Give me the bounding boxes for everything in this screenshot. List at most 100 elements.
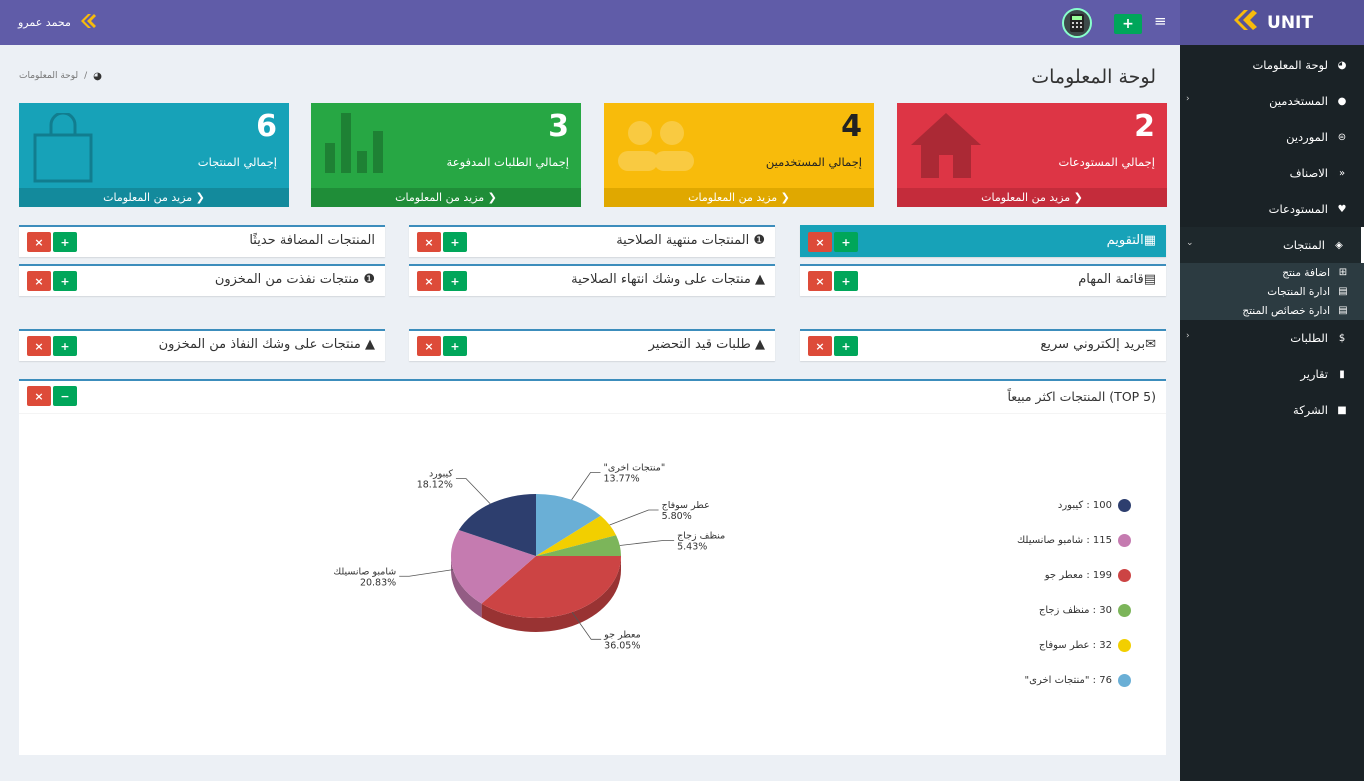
exclamation-circle-icon: ❶ [749,233,765,248]
close-button[interactable]: × [808,232,832,252]
tile-more-info-link[interactable]: مزيد من المعلومات ❯ [604,188,874,207]
legend-dot [1117,674,1131,687]
sidebar-item-suppliers[interactable]: ⊜ الموردين [1180,119,1364,155]
brand-name: UNIT [1267,12,1313,33]
sidebar-item-warehouses[interactable]: ♥ المستودعات [1180,191,1364,227]
legend-item[interactable]: 76 : "منتجات اخرى" [1017,663,1131,698]
top-navbar: محمد عمرو + ≡ [0,0,1180,45]
pie-chart: "منتجات اخرى"13.77% عطر سوفاج5.80% منظف زج… [333,462,725,651]
pie-percent-label: 36.05% [604,640,640,651]
exclamation-circle-icon: ❶ [359,272,375,287]
legend-item[interactable]: 100 : كيبورد [1017,488,1131,523]
tile-number: 6 [256,109,277,144]
breadcrumb: ◕ / لوحة المعلومات [19,71,102,82]
users-icon: ● [1337,95,1347,107]
tile-more-info-link[interactable]: مزيد من المعلومات ❯ [897,188,1167,207]
top-products-chart-box: المنتجات اكثر مبيعاً (TOP 5) × − "منتجات … [19,379,1166,755]
sidebar-item-users[interactable]: ● المستخدمين ‹ [1180,83,1364,119]
close-button[interactable]: × [808,271,832,291]
expand-button[interactable]: + [53,336,77,356]
bar-chart-icon [325,113,383,173]
legend-item[interactable]: 32 : عطر سوفاج [1017,628,1131,663]
tile-number: 4 [841,109,862,144]
bar-chart-icon: ▮ [1339,368,1345,380]
tile-products: 6 إجمالي المنتجات مزيد من المعلومات ❯ [19,103,289,207]
pie-label-line [399,569,454,577]
orders-in-prep-box: ▲ طلبات قيد التحضير × + [409,329,775,361]
users-icon [618,121,694,171]
sidebar-item-company[interactable]: ■ الشركة [1180,392,1364,428]
plus-square-icon: ⊞ [1338,267,1348,278]
sidebar-item-dashboard[interactable]: ◕ لوحة المعلومات [1180,47,1364,83]
tile-more-info-link[interactable]: مزيد من المعلومات ❯ [311,188,581,207]
legend-dot [1117,534,1131,547]
handshake-icon: ⊜ [1337,131,1347,143]
brand[interactable]: UNIT [1180,0,1364,45]
tile-label: إجمالي المستخدمين [765,155,862,169]
sidebar-item-orders[interactable]: $ الطلبات ‹ [1180,320,1364,356]
user-menu[interactable]: محمد عمرو [18,13,97,32]
calculator-icon[interactable] [1062,8,1092,38]
close-button[interactable]: × [417,336,441,356]
pie-label: منظف زجاج [677,530,725,541]
sidebar-item-products[interactable]: ◈ المنتجات ⌄ [1180,227,1364,263]
add-button[interactable]: + [1114,14,1142,34]
expand-button[interactable]: + [53,232,77,252]
legend-dot [1117,569,1131,582]
close-button[interactable]: × [27,232,51,252]
quick-email-box: ✉بريد إلكتروني سريع × + [800,329,1166,361]
close-button[interactable]: × [27,386,51,406]
legend-item[interactable]: 115 : شامبو صانسيلك [1017,523,1131,558]
collapse-button[interactable]: − [53,386,77,406]
dashboard-icon[interactable]: ◕ [93,71,102,82]
sidebar-subitem-manage-products[interactable]: ▤ ادارة المنتجات [1180,282,1364,301]
close-button[interactable]: × [27,271,51,291]
pie-label: شامبو صانسيلك [333,566,396,577]
sidebar-subitem-add-product[interactable]: ⊞ اضافة منتج [1180,263,1364,282]
legend-dot [1117,639,1131,652]
expand-button[interactable]: + [53,271,77,291]
legend-item[interactable]: 199 : معطر جو [1017,558,1131,593]
envelope-icon: ✉ [1145,337,1156,352]
tile-label: إجمالي الطلبات المدفوعة [446,155,569,169]
expand-button[interactable]: + [443,271,467,291]
chevron-icon: ‹ [1186,94,1190,104]
warning-icon: ▲ [750,337,765,352]
close-button[interactable]: × [27,336,51,356]
pie-label-line [455,478,491,505]
tile-paid-orders: 3 إجمالي الطلبات المدفوعة مزيد من المعلو… [311,103,581,207]
pie-label: كيبورد [429,469,453,480]
pie-percent-label: 5.80% [662,511,692,522]
close-button[interactable]: × [417,271,441,291]
sidebar-item-reports[interactable]: ▮ تقارير [1180,356,1364,392]
code-icon: « [1338,167,1346,179]
briefcase-icon: ■ [1337,404,1347,416]
tile-number: 3 [548,109,569,144]
shopping-bag-icon [33,113,93,183]
logo-icon [79,13,97,32]
user-name: محمد عمرو [18,16,71,29]
expand-button[interactable]: + [834,336,858,356]
brand-logo-icon [1231,8,1261,37]
recent-products-box: المنتجات المضافة حديثًا × + [19,225,385,257]
expand-button[interactable]: + [443,336,467,356]
legend-dot [1117,499,1131,512]
expand-button[interactable]: + [443,232,467,252]
pie-label: "منتجات اخرى" [603,462,665,473]
pie-label-line [609,509,659,526]
menu-toggle-icon[interactable]: ≡ [1154,12,1167,30]
tile-warehouses: 2 إجمالي المستودعات مزيد من المعلومات ❯ [897,103,1167,207]
expand-button[interactable]: + [834,232,858,252]
map-marker-icon: ♥ [1337,203,1347,215]
legend-item[interactable]: 30 : منظف زجاج [1017,593,1131,628]
sidebar-subitem-product-attributes[interactable]: ▤ ادارة خصائص المنتج [1180,301,1364,320]
close-button[interactable]: × [808,336,832,356]
tile-more-info-link[interactable]: مزيد من المعلومات ❯ [19,188,289,207]
chart-title: المنتجات اكثر مبيعاً (TOP 5) [1007,389,1157,404]
cube-icon: ◈ [1335,239,1343,251]
close-button[interactable]: × [417,232,441,252]
box-title: المنتجات المضافة حديثًا [249,233,375,248]
clipboard-icon: ▤ [1143,272,1156,287]
expand-button[interactable]: + [834,271,858,291]
sidebar-item-categories[interactable]: «الاصناف [1180,155,1364,191]
